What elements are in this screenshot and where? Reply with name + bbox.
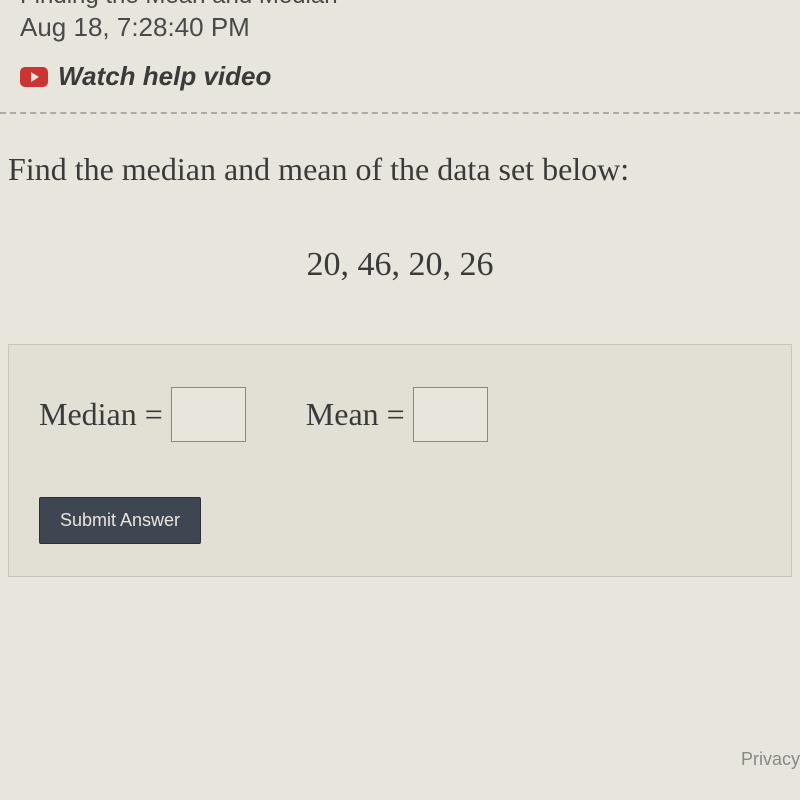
- median-group: Median =: [39, 387, 246, 442]
- mean-group: Mean =: [306, 387, 488, 442]
- mean-label: Mean =: [306, 396, 405, 433]
- page-title-cut: Finding the Mean and Median: [20, 0, 780, 10]
- privacy-link[interactable]: Privacy: [741, 749, 800, 770]
- median-label: Median =: [39, 396, 163, 433]
- mean-input[interactable]: [413, 387, 488, 442]
- data-set: 20, 46, 20, 26: [0, 246, 800, 284]
- timestamp: Aug 18, 7:28:40 PM: [20, 12, 780, 43]
- watch-help-video-link[interactable]: Watch help video: [20, 61, 780, 92]
- question-prompt: Find the median and mean of the data set…: [0, 114, 800, 191]
- median-input[interactable]: [171, 387, 246, 442]
- answer-box: Median = Mean = Submit Answer: [8, 344, 792, 577]
- video-link-text: Watch help video: [58, 61, 271, 92]
- youtube-icon: [20, 67, 48, 87]
- submit-button[interactable]: Submit Answer: [39, 497, 201, 544]
